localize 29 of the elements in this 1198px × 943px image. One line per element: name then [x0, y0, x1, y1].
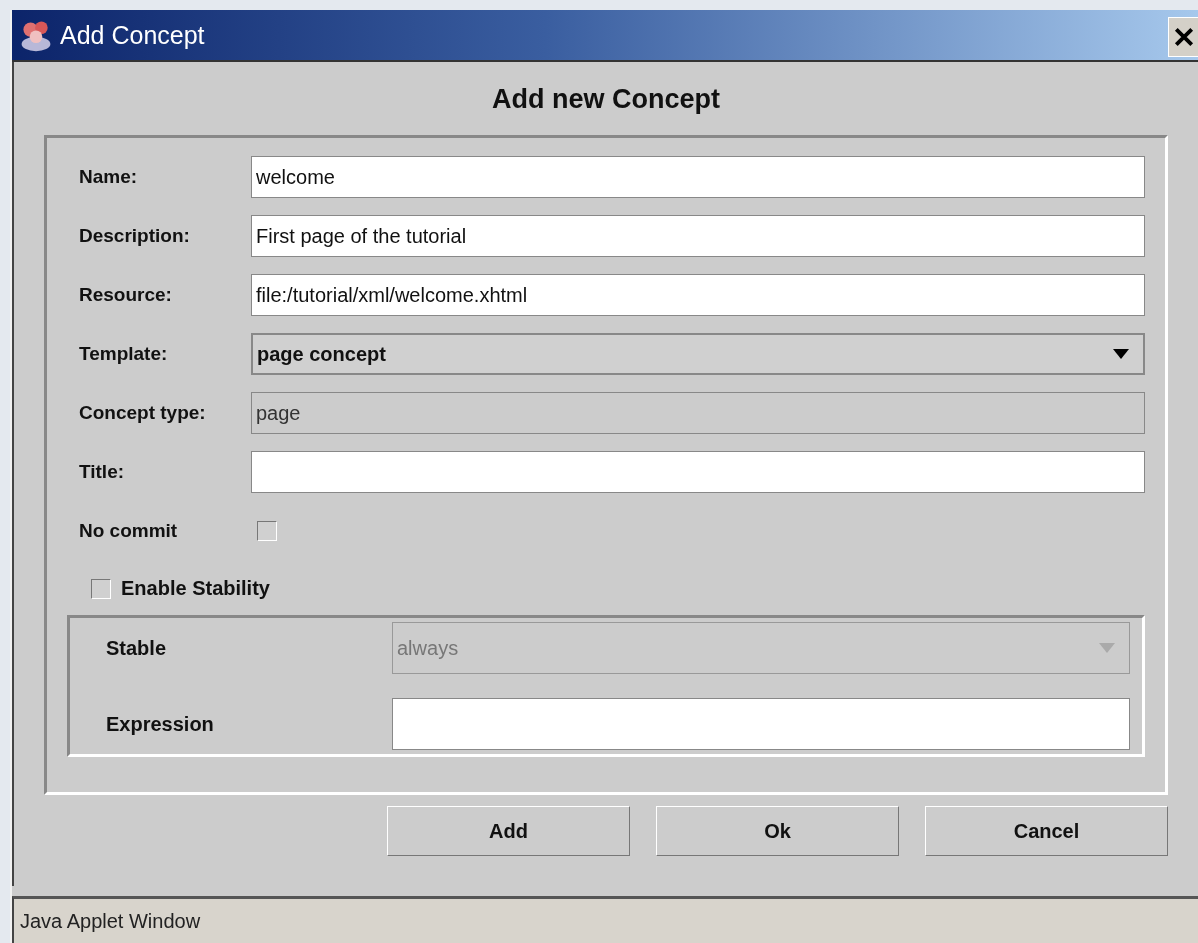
close-icon [1172, 26, 1195, 48]
text-field[interactable] [251, 451, 1145, 493]
window-title: Add Concept [60, 20, 206, 50]
readonly-field: page [251, 392, 1145, 434]
dropdown-arrow-icon [1113, 349, 1129, 359]
dialog-button[interactable]: Add [387, 806, 630, 856]
dialog-button[interactable]: Cancel [925, 806, 1168, 856]
status-bar: Java Applet Window [12, 896, 1198, 943]
field-label: Stable [106, 636, 168, 660]
expression-field[interactable] [392, 698, 1130, 750]
checkbox[interactable] [257, 521, 277, 541]
dialog-heading: Add new Concept [491, 84, 721, 115]
text-field[interactable]: welcome [251, 156, 1145, 198]
field-label: Template: [79, 343, 169, 365]
dialog-button[interactable]: Ok [656, 806, 899, 856]
checkbox-label: No commit [79, 520, 179, 542]
template-dropdown[interactable]: page concept [251, 333, 1145, 375]
text-field[interactable]: First page of the tutorial [251, 215, 1145, 257]
dropdown-arrow-icon [1099, 643, 1115, 653]
field-label: Expression [106, 712, 215, 736]
field-label: Concept type: [79, 402, 207, 424]
field-label: Title: [79, 461, 126, 483]
text-field[interactable]: file:/tutorial/xml/welcome.xhtml [251, 274, 1145, 316]
checkbox[interactable] [91, 578, 111, 599]
field-label: Name: [79, 166, 139, 188]
field-label: Description: [79, 225, 191, 247]
close-button[interactable] [1168, 17, 1198, 57]
checkbox-label: Enable Stability [121, 577, 270, 600]
field-label: Resource: [79, 284, 173, 306]
